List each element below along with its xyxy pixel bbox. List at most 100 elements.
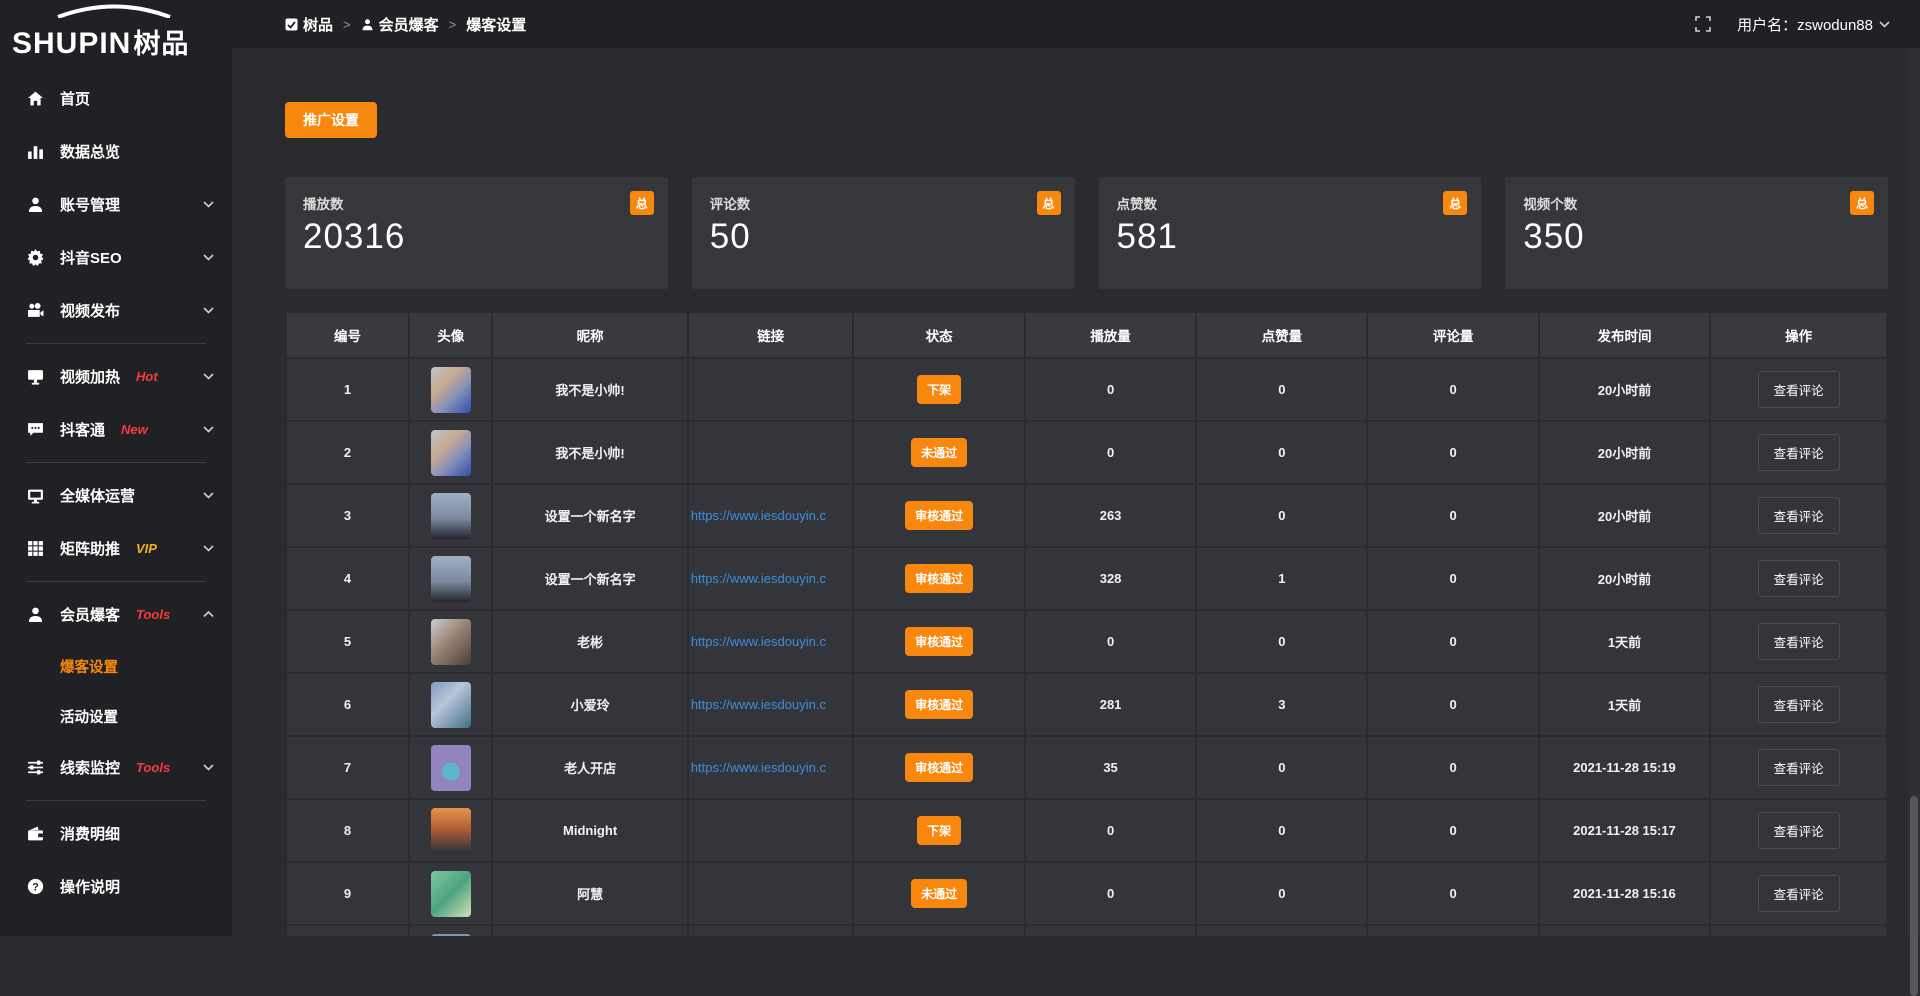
cell-comments: 0 <box>1368 611 1537 672</box>
col-header-likes: 点赞量 <box>1197 313 1366 357</box>
cell-plays: 0 <box>1026 863 1195 924</box>
submenu-item-label: 爆客设置 <box>60 656 118 677</box>
cell-plays: 0 <box>1026 611 1195 672</box>
cell-link: https://www.iesdouyin.c <box>689 737 853 798</box>
cell-nickname: 小爱玲 <box>493 674 687 735</box>
sidebar-item-all-media[interactable]: 全媒体运营 <box>0 469 232 522</box>
cell-id: 7 <box>287 737 408 798</box>
sidebar-item-douyin-seo[interactable]: 抖音SEO <box>0 231 232 284</box>
cell-likes: 0 <box>1197 359 1366 420</box>
video-link[interactable]: https://www.iesdouyin.c <box>689 634 849 649</box>
cell-time: 20小时前 <box>1540 548 1710 609</box>
cell-comments: 0 <box>1368 422 1537 483</box>
cell-nickname: 设置一个新名字 <box>493 548 687 609</box>
sidebar-subitem-baoke-settings[interactable]: 爆客设置 <box>0 641 232 691</box>
view-comments-button[interactable]: 查看评论 <box>1758 812 1840 849</box>
sidebar-item-account[interactable]: 账号管理 <box>0 178 232 231</box>
avatar <box>431 871 471 917</box>
cell-time: 20小时前 <box>1540 485 1710 546</box>
view-comments-button[interactable]: 查看评论 <box>1758 371 1840 408</box>
video-link[interactable]: https://www.iesdouyin.c <box>689 571 849 586</box>
status-badge: 审核通过 <box>905 627 973 656</box>
svg-text:?: ? <box>32 881 38 893</box>
cell-status: 下架 <box>854 800 1024 861</box>
view-comments-button[interactable]: 查看评论 <box>1758 875 1840 912</box>
scrollbar[interactable] <box>1908 48 1920 936</box>
cell-id: 4 <box>287 548 408 609</box>
video-camera-icon <box>26 302 44 320</box>
monitor-icon <box>26 487 44 505</box>
stat-value: 50 <box>710 217 1057 257</box>
chevron-down-icon <box>203 254 214 261</box>
cell-avatar <box>410 611 491 672</box>
view-comments-button[interactable]: 查看评论 <box>1758 686 1840 723</box>
cell-status: 审核通过 <box>854 485 1024 546</box>
bar-chart-icon <box>26 143 44 161</box>
fullscreen-icon[interactable] <box>1695 16 1711 32</box>
breadcrumb-separator: > <box>449 17 457 32</box>
sidebar-item-expense-detail[interactable]: 消费明细 <box>0 807 232 860</box>
sidebar-item-douketong[interactable]: 抖客通 New <box>0 403 232 456</box>
col-header-id: 编号 <box>287 313 408 357</box>
cell-op: 查看评论 <box>1711 422 1886 483</box>
promo-settings-button[interactable]: 推广设置 <box>285 102 377 138</box>
sidebar-item-clue-monitor[interactable]: 线索监控 Tools <box>0 741 232 794</box>
sidebar-divider <box>26 581 206 582</box>
sidebar-item-video-heat[interactable]: 视频加热 Hot <box>0 350 232 403</box>
cell-nickname: 设置一个新名字 <box>493 485 687 546</box>
cell-comments: 0 <box>1368 674 1537 735</box>
cell-time: 20小时前 <box>1540 422 1710 483</box>
video-link[interactable]: https://www.iesdouyin.c <box>689 508 849 523</box>
user-menu[interactable]: 用户名：zswodun88 <box>1737 14 1890 35</box>
cell-plays: 0 <box>1026 359 1195 420</box>
sidebar-item-matrix-boost[interactable]: 矩阵助推 VIP <box>0 522 232 575</box>
avatar <box>431 556 471 602</box>
sidebar-divider <box>26 800 206 801</box>
chevron-down-icon <box>203 426 214 433</box>
sidebar-item-data-overview[interactable]: 数据总览 <box>0 125 232 178</box>
cell-id: 1 <box>287 359 408 420</box>
chevron-down-icon <box>203 764 214 771</box>
cell-plays: 0 <box>1026 422 1195 483</box>
cell-avatar <box>410 548 491 609</box>
view-comments-button[interactable]: 查看评论 <box>1758 560 1840 597</box>
sidebar-item-label: 视频发布 <box>60 300 120 321</box>
view-comments-button[interactable]: 查看评论 <box>1758 623 1840 660</box>
cell-likes: 0 <box>1197 422 1366 483</box>
status-badge: 审核通过 <box>905 753 973 782</box>
sidebar-item-label: 视频加热 <box>60 366 120 387</box>
sidebar-item-member-baoke[interactable]: 会员爆客 Tools <box>0 588 232 641</box>
sidebar-item-home[interactable]: 首页 <box>0 72 232 125</box>
sidebar-item-label: 抖客通 <box>60 419 105 440</box>
cell-nickname: 我不是小帅! <box>493 359 687 420</box>
tools-tag: Tools <box>136 760 170 775</box>
video-link[interactable]: https://www.iesdouyin.c <box>689 760 849 775</box>
avatar <box>431 367 471 413</box>
breadcrumb-member-baoke[interactable]: 会员爆客 <box>361 14 439 35</box>
avatar <box>431 682 471 728</box>
avatar <box>431 430 471 476</box>
scrollbar-thumb[interactable] <box>1910 796 1918 996</box>
video-link[interactable]: https://www.iesdouyin.c <box>689 697 849 712</box>
sidebar-item-label: 线索监控 <box>60 757 120 778</box>
sidebar-item-label: 操作说明 <box>60 876 120 897</box>
video-table: 编号 头像 昵称 链接 状态 播放量 点赞量 评论量 发布时间 操作 1 <box>285 311 1888 936</box>
sidebar-item-instructions[interactable]: ? 操作说明 <box>0 860 232 913</box>
sidebar-item-video-publish[interactable]: 视频发布 <box>0 284 232 337</box>
status-badge: 下架 <box>917 375 961 404</box>
view-comments-button[interactable]: 查看评论 <box>1758 749 1840 786</box>
total-badge: 总 <box>1037 191 1061 215</box>
sidebar-item-label: 首页 <box>60 88 90 109</box>
view-comments-button[interactable]: 查看评论 <box>1758 497 1840 534</box>
table-row: 3 设置一个新名字 https://www.iesdouyin.c 审核通过 2… <box>287 485 1886 546</box>
breadcrumb-home[interactable]: 树品 <box>285 14 333 35</box>
chevron-down-icon <box>1879 21 1890 28</box>
col-header-avatar: 头像 <box>410 313 491 357</box>
sidebar-subitem-activity-settings[interactable]: 活动设置 <box>0 691 232 741</box>
cell-op: 查看评论 <box>1711 800 1886 861</box>
view-comments-button[interactable]: 查看评论 <box>1758 434 1840 471</box>
status-badge: 下架 <box>917 816 961 845</box>
chevron-down-icon <box>203 545 214 552</box>
screen-icon <box>26 368 44 386</box>
sidebar-divider <box>26 343 206 344</box>
